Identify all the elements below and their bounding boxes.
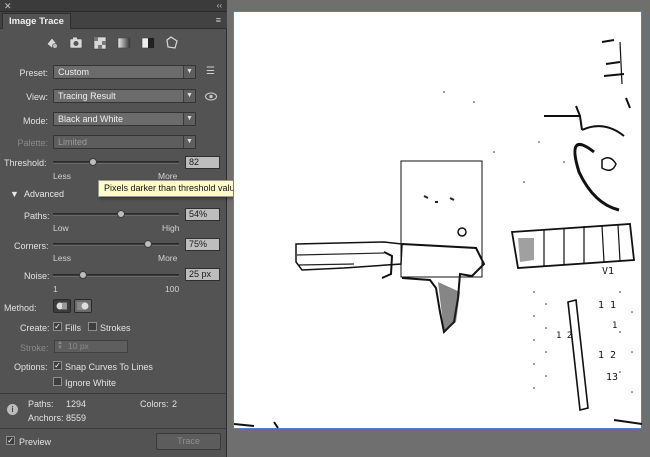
sketch-label-1: 1 [612, 321, 617, 331]
mode-dropdown[interactable]: Black and White ▼ [53, 112, 196, 126]
footer-divider [0, 428, 227, 429]
paths-label: Paths: [24, 211, 50, 221]
threshold-min-label: Less [53, 171, 71, 181]
preset-list-icon[interactable]: ☰ [206, 66, 215, 77]
artboard-canvas[interactable]: V1 1 1 1 2 13 1 2 1 [233, 11, 643, 429]
close-icon[interactable]: ✕ [4, 0, 12, 12]
snap-curves-label: Snap Curves To Lines [65, 362, 153, 372]
collapse-panel-icon[interactable]: ‹‹ [217, 0, 222, 12]
corners-min-label: Less [53, 253, 71, 263]
black-and-white-icon[interactable] [140, 35, 156, 51]
snap-curves-checkbox[interactable]: ✓ [53, 361, 62, 370]
trace-button[interactable]: Trace [156, 433, 221, 450]
overlapping-method-icon [77, 302, 89, 310]
preview-label: Preview [19, 437, 52, 447]
palette-dropdown: Limited ▼ [53, 135, 196, 149]
ignore-white-checkbox[interactable] [53, 377, 62, 386]
anchors-stat-value: 8559 [66, 413, 87, 423]
noise-input[interactable]: 25 px [185, 268, 220, 281]
eye-icon[interactable] [205, 92, 217, 101]
threshold-slider-thumb[interactable] [89, 158, 98, 166]
corners-input[interactable]: 75% [185, 238, 220, 251]
info-icon: i [7, 404, 18, 415]
image-trace-panel: ✕ ‹‹ Image Trace ≡ Preset: Custom ▼ ☰ Vi… [0, 0, 227, 457]
method-label: Method: [4, 303, 37, 313]
options-label: Options: [14, 362, 48, 372]
strokes-label: Strokes [100, 323, 131, 333]
paths-min-label: Low [53, 223, 69, 233]
view-value: Tracing Result [58, 91, 116, 101]
chevron-down-icon: ▼ [183, 136, 195, 148]
selection-bounding-box [400, 160, 483, 278]
stroke-label: Stroke: [20, 343, 49, 353]
paths-input[interactable]: 54% [185, 208, 220, 221]
noise-min-label: 1 [53, 284, 58, 294]
sketch-label-11: 1 1 [598, 300, 616, 311]
stats-divider [0, 393, 227, 394]
dot-grid [443, 91, 633, 393]
traced-sketch-artwork: V1 1 1 1 2 13 1 2 1 [234, 39, 643, 429]
advanced-section-label[interactable]: Advanced [24, 189, 64, 199]
paths-slider-track[interactable] [53, 213, 179, 216]
view-label: View: [26, 92, 48, 102]
corners-max-label: More [158, 253, 178, 263]
grayscale-icon[interactable] [116, 35, 132, 51]
paths-slider-thumb[interactable] [117, 210, 126, 218]
preview-checkbox[interactable]: ✓ [6, 436, 15, 445]
preset-value: Custom [58, 67, 90, 77]
create-label: Create: [20, 323, 50, 333]
preset-label: Preset: [19, 68, 48, 78]
ignore-white-label: Ignore White [65, 378, 117, 388]
threshold-slider-track[interactable] [53, 161, 179, 164]
tab-image-trace[interactable]: Image Trace [2, 13, 71, 29]
panel-tab-row: Image Trace ≡ [0, 12, 227, 29]
stroke-width-input: 10 px [54, 340, 128, 353]
overlapping-method-button[interactable] [74, 299, 92, 313]
anchors-stat-label: Anchors: [28, 413, 64, 423]
paths-stat-label: Paths: [28, 399, 54, 409]
sketch-label-12: 1 2 [598, 350, 616, 361]
threshold-label: Threshold: [4, 158, 47, 168]
corners-label: Corners: [14, 241, 49, 251]
corners-slider-thumb[interactable] [143, 240, 152, 248]
auto-color-icon[interactable] [44, 35, 60, 51]
preset-dropdown[interactable]: Custom ▼ [53, 65, 196, 79]
abutting-method-icon [56, 302, 67, 310]
noise-slider-track[interactable] [53, 274, 179, 277]
chevron-down-icon: ▼ [183, 113, 195, 125]
corners-slider-track[interactable] [53, 243, 179, 246]
sketch-label-12b: 1 2 [556, 331, 572, 341]
sketch-label-13: 13 [606, 372, 618, 383]
mode-value: Black and White [58, 114, 124, 124]
paths-max-label: High [162, 223, 180, 233]
palette-value: Limited [58, 137, 88, 147]
noise-slider-thumb[interactable] [79, 271, 88, 279]
stroke-width-value: 10 px [68, 341, 89, 351]
fills-label: Fills [65, 323, 81, 333]
sketch-label-v1: V1 [602, 266, 614, 277]
fills-checkbox[interactable]: ✓ [53, 322, 62, 331]
threshold-input[interactable]: 82 [185, 156, 220, 169]
noise-label: Noise: [24, 271, 50, 281]
strokes-checkbox[interactable] [88, 322, 97, 331]
paths-stat-value: 1294 [66, 399, 87, 409]
palette-label: Palette: [17, 138, 48, 148]
colors-stat-label: Colors: [140, 399, 169, 409]
panel-menu-icon[interactable]: ≡ [216, 15, 221, 25]
stroke-stepper-icon: ▲ ▼ [57, 340, 63, 351]
advanced-toggle-icon[interactable]: ▼ [10, 189, 19, 199]
chevron-down-icon: ▼ [183, 90, 195, 102]
chevron-down-icon: ▼ [183, 66, 195, 78]
mode-label: Mode: [22, 116, 48, 126]
high-color-icon[interactable] [68, 35, 84, 51]
outline-icon[interactable] [164, 35, 180, 51]
low-color-icon[interactable] [92, 35, 108, 51]
abutting-method-button[interactable] [53, 299, 71, 313]
noise-max-label: 100 [165, 284, 180, 294]
panel-titlebar: ✕ ‹‹ [0, 0, 227, 12]
colors-stat-value: 2 [172, 399, 178, 409]
view-dropdown[interactable]: Tracing Result ▼ [53, 89, 196, 103]
